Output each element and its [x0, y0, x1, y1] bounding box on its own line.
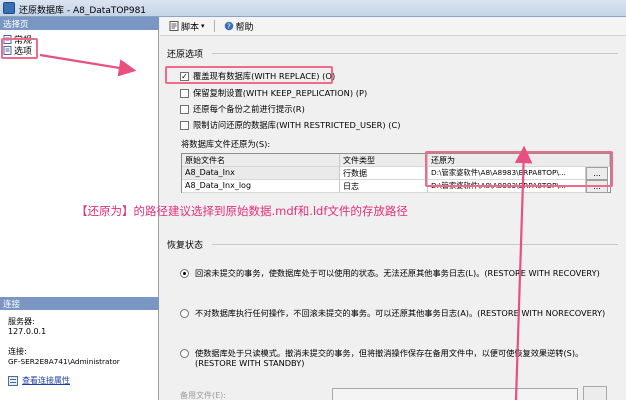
prompt-before-restore-option[interactable]: 还原每个备份之前进行提示(R)	[180, 103, 305, 115]
server-label: 服务器:	[8, 317, 35, 326]
restore-with-norecovery-radio[interactable]	[180, 309, 189, 318]
properties-icon	[8, 376, 18, 386]
help-icon: ?	[224, 21, 233, 31]
restore-options-title: 还原选项	[167, 50, 204, 60]
prompt-before-restore-checkbox[interactable]	[180, 104, 189, 114]
overwrite-database-option[interactable]: ✓ 覆盖现有数据库(WITH REPLACE) (O)	[180, 70, 335, 82]
restricted-user-checkbox[interactable]	[180, 120, 189, 130]
select-page-header: 选择页	[0, 17, 159, 30]
server-info: 服务器: 127.0.0.1	[8, 317, 46, 337]
options-highlight-box	[1, 38, 38, 59]
connection-info: 连接: GF-SER2E8A741\Administrator	[8, 347, 120, 367]
option-label: 回滚未提交的事务，使数据库处于可以使用的状态。无法还原其他事务日志(L)。(RE…	[195, 268, 600, 278]
file-type-cell: 日志	[340, 180, 428, 193]
script-icon	[169, 21, 179, 31]
server-value: 127.0.0.1	[8, 327, 47, 336]
option-label-line1: 使数据库处于只读模式。撤消未提交的事务，但将撤消操作保存在备用文件中，以便可使恢…	[195, 348, 584, 358]
help-button[interactable]: ? 帮助	[221, 19, 257, 34]
script-button[interactable]: 脚本 ▾	[166, 19, 208, 34]
file-type-cell: 行数据	[340, 167, 428, 180]
column-header-original-file: 原始文件名	[182, 154, 340, 167]
restore-with-norecovery-option[interactable]: 不对数据库执行任何操作，不回滚未提交的事务。可以还原其他事务日志(A)。(RES…	[180, 308, 605, 318]
toolbar: 脚本 ▾ ? 帮助	[160, 17, 626, 36]
keep-replication-checkbox[interactable]	[180, 88, 189, 98]
option-label: 不对数据库执行任何操作，不回滚未提交的事务。可以还原其他事务日志(A)。(RES…	[195, 308, 606, 318]
database-icon	[3, 2, 15, 14]
restore-with-recovery-option[interactable]: 回滚未提交的事务，使数据库处于可以使用的状态。无法还原其他事务日志(L)。(RE…	[180, 268, 600, 278]
view-connection-properties-label: 查看连接属性	[22, 376, 70, 385]
connection-header: 连接	[0, 297, 159, 310]
annotation-text: 【还原为】的路径建议选择到原始数据.mdf和.ldf文件的存放路径	[76, 204, 408, 218]
standby-file-browse-button[interactable]	[583, 386, 607, 400]
window-titlebar: 还原数据库 - A8_DataTOP981	[0, 0, 626, 17]
standby-file-label: 备用文件(E):	[180, 391, 226, 400]
restore-with-standby-radio[interactable]	[180, 349, 189, 358]
restore-with-standby-option[interactable]: 使数据库处于只读模式。撤消未提交的事务，但将撤消操作保存在备用文件中，以便可使恢…	[180, 348, 583, 368]
option-label: 保留复制设置(WITH KEEP_REPLICATION) (P)	[193, 88, 368, 98]
restore-path-highlight-box	[425, 151, 613, 187]
option-label: 覆盖现有数据库(WITH REPLACE) (O)	[193, 71, 336, 81]
option-label: 使数据库处于只读模式。撤消未提交的事务，但将撤消操作保存在备用文件中，以便可使恢…	[195, 348, 583, 368]
option-label: 还原每个备份之前进行提示(R)	[193, 104, 305, 114]
connection-label: 连接:	[8, 347, 27, 356]
original-file-cell: A8_Data_Inx_log	[182, 180, 340, 193]
restricted-user-option[interactable]: 限制访问还原的数据库(WITH RESTRICTED_USER) (C)	[180, 119, 400, 131]
window-title: 还原数据库 - A8_DataTOP981	[19, 6, 147, 16]
svg-text:?: ?	[227, 23, 231, 31]
keep-replication-option[interactable]: 保留复制设置(WITH KEEP_REPLICATION) (P)	[180, 87, 367, 99]
option-label: 限制访问还原的数据库(WITH RESTRICTED_USER) (C)	[193, 120, 401, 130]
connection-value: GF-SER2E8A741\Administrator	[8, 357, 120, 366]
view-connection-properties-link[interactable]: 查看连接属性	[8, 376, 70, 386]
restore-files-label: 将数据库文件还原为(S):	[181, 139, 271, 149]
recovery-state-title: 恢复状态	[167, 241, 204, 251]
column-header-file-type: 文件类型	[340, 154, 428, 167]
section-divider	[212, 244, 618, 245]
script-label: 脚本	[181, 22, 200, 33]
toolbar-separator	[213, 20, 215, 32]
overwrite-database-checkbox[interactable]: ✓	[180, 71, 189, 81]
section-divider	[212, 53, 618, 54]
restore-with-recovery-radio[interactable]	[180, 269, 189, 278]
standby-file-input[interactable]	[332, 388, 578, 400]
option-label-line2: (RESTORE WITH STANDBY)	[195, 358, 305, 368]
help-label: 帮助	[235, 22, 254, 33]
chevron-down-icon[interactable]: ▾	[201, 22, 205, 30]
original-file-cell: A8_Data_Inx	[182, 167, 340, 180]
